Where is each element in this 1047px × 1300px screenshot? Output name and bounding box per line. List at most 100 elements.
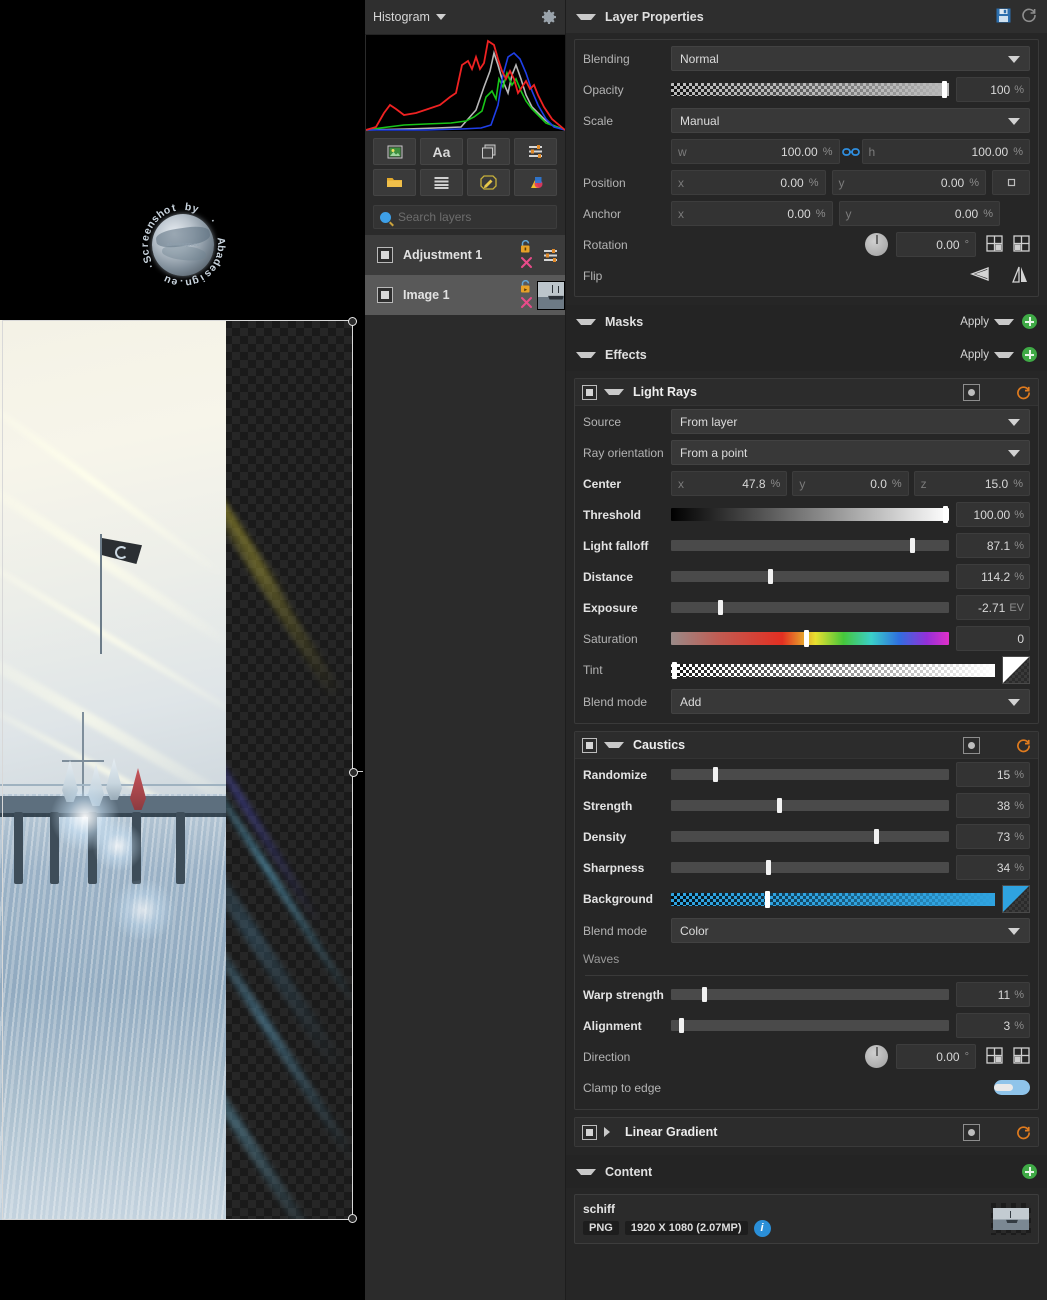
rotate-cw-icon[interactable] [1013,1046,1030,1067]
linear-gradient-header[interactable]: Linear Gradient [575,1118,1038,1146]
list-item[interactable]: Adjustment 1 [365,235,565,275]
lock-icon[interactable] [518,279,533,293]
background-slider[interactable] [671,890,995,908]
text-layer-button[interactable]: Aa [420,138,463,165]
scale-height-field[interactable]: h 100.00 % [861,139,1030,164]
blending-select[interactable]: Normal [671,46,1030,71]
list-item[interactable]: Image 1 [365,275,565,315]
slider-knob[interactable] [712,767,718,782]
chevron-down-icon[interactable] [604,389,624,395]
background-color-swatch[interactable] [1002,885,1030,913]
slider-knob[interactable] [910,538,916,553]
clamp-to-edge-toggle[interactable] [994,1080,1030,1095]
menu-icon[interactable] [991,1127,1005,1138]
rotate-ccw-icon[interactable] [986,1046,1003,1067]
slider-knob[interactable] [672,661,677,679]
layer-visibility-checkbox[interactable] [377,287,393,303]
preview-icon[interactable] [963,383,980,401]
reset-icon[interactable] [1016,385,1031,400]
slider-knob[interactable] [873,829,879,844]
position-y-field[interactable]: y 0.00 % [831,170,986,195]
center-y-field[interactable]: y 0.0 % [792,471,909,496]
reset-icon[interactable] [1016,1125,1031,1140]
chevron-right-icon[interactable] [604,1127,616,1137]
chevron-down-icon[interactable] [576,351,596,358]
chevron-down-icon[interactable] [576,318,596,325]
selection-handle-br[interactable] [348,1214,357,1223]
scissors-icon[interactable] [519,295,534,310]
flip-vertical-icon[interactable] [1010,266,1030,286]
reset-circle-icon[interactable] [1021,7,1037,26]
chevron-down-icon[interactable] [435,14,446,20]
randomize-slider[interactable] [671,767,949,782]
chevron-down-icon[interactable] [576,13,596,20]
effects-add-button[interactable] [1022,347,1037,362]
slider-knob[interactable] [942,81,947,98]
list-layer-button[interactable] [420,169,463,196]
light-rays-header[interactable]: Light Rays [575,379,1038,406]
light-falloff-slider[interactable] [671,538,949,553]
adjustment-layer-button[interactable] [514,138,557,165]
histogram-header[interactable]: Histogram [365,0,565,35]
saturation-slider[interactable] [671,630,949,647]
effects-apply-label[interactable]: Apply [960,349,989,361]
direction-value-field[interactable]: 0.00 ° [896,1044,976,1069]
effects-apply-chevron-down-icon[interactable] [994,351,1014,358]
rotation-value-field[interactable]: 0.00 ° [896,232,976,257]
fill-layer-button[interactable] [514,169,557,196]
reset-icon[interactable] [1016,738,1031,753]
warp-strength-value-field[interactable]: 11 % [956,982,1030,1007]
layer-adjustment-icon-wrap[interactable] [537,248,565,262]
content-add-button[interactable] [1022,1164,1037,1179]
sharpness-value-field[interactable]: 34 % [956,855,1030,880]
layer-properties-header[interactable]: Layer Properties [566,0,1047,33]
tint-slider[interactable] [671,661,995,679]
selection-handle-right[interactable] [349,767,363,777]
ca-blend-mode-select[interactable]: Color [671,918,1030,943]
preview-icon[interactable] [963,1123,980,1141]
search-layers-field[interactable]: Search layers [373,205,557,229]
slider-knob[interactable] [701,987,707,1002]
slider-knob[interactable] [764,890,770,908]
masks-apply-label[interactable]: Apply [960,316,989,328]
image-layer-button[interactable] [373,138,416,165]
strength-value-field[interactable]: 38 % [956,793,1030,818]
ray-orientation-select[interactable]: From a point [671,440,1030,465]
rotate-cw-icon[interactable] [1013,234,1030,255]
slider-knob[interactable] [943,506,948,523]
duplicate-layer-button[interactable] [467,138,510,165]
slider-knob[interactable] [776,798,782,813]
content-item[interactable]: schiff PNG 1920 X 1080 (2.07MP) i [574,1194,1039,1244]
tint-color-swatch[interactable] [1002,656,1030,684]
chevron-down-icon[interactable] [604,742,624,748]
slider-knob[interactable] [679,1018,685,1033]
randomize-value-field[interactable]: 15 % [956,762,1030,787]
opacity-value-field[interactable]: 100 % [956,77,1030,102]
menu-icon[interactable] [991,740,1005,751]
slider-knob[interactable] [768,569,774,584]
center-x-field[interactable]: x 47.8 % [671,471,788,496]
lr-blend-mode-select[interactable]: Add [671,689,1030,714]
saturation-value-field[interactable]: 0 [956,626,1030,651]
center-z-field[interactable]: z 15.0 % [913,471,1030,496]
gear-icon[interactable] [541,9,557,25]
scale-select[interactable]: Manual [671,108,1030,133]
light-rays-enable-checkbox[interactable] [582,384,597,400]
exposure-slider[interactable] [671,600,949,615]
preview-icon[interactable] [963,736,980,754]
layer-preview[interactable] [0,320,353,1220]
direction-dial[interactable] [865,1045,888,1068]
chevron-down-icon[interactable] [576,1168,596,1175]
anchor-x-field[interactable]: x 0.00 % [671,201,833,226]
layer-visibility-checkbox[interactable] [377,247,393,263]
edit-layer-button[interactable] [467,169,510,196]
light-falloff-value-field[interactable]: 87.1 % [956,533,1030,558]
save-disk-icon[interactable] [996,8,1011,26]
anchor-y-field[interactable]: y 0.00 % [838,201,1000,226]
info-icon[interactable]: i [753,1219,771,1237]
masks-add-button[interactable] [1022,314,1037,329]
flip-horizontal-icon[interactable] [968,266,990,285]
lock-icon[interactable] [518,239,533,253]
menu-icon[interactable] [991,387,1005,398]
slider-knob[interactable] [718,600,724,615]
